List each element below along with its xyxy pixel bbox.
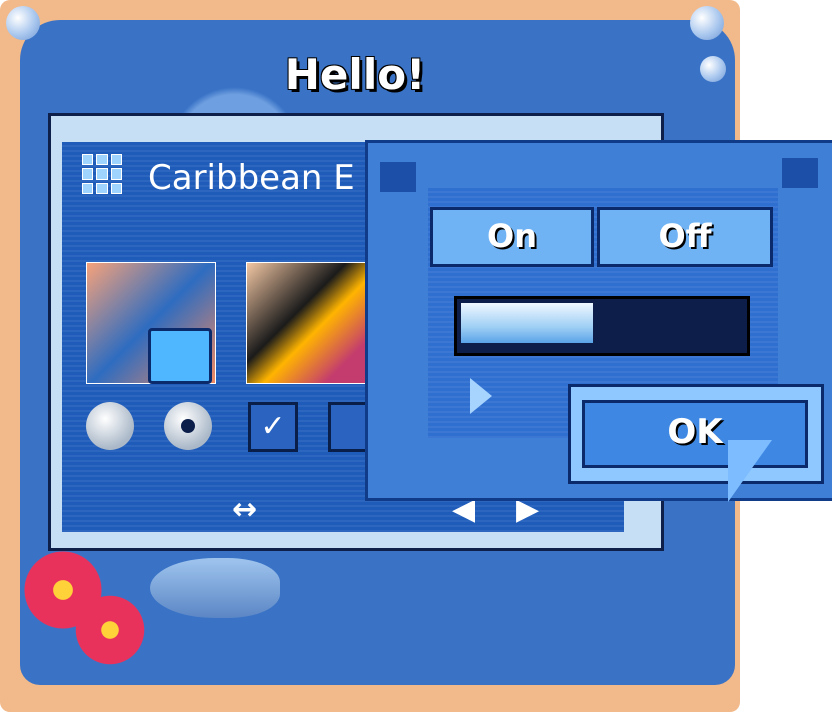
cursor-icon (728, 440, 772, 502)
bubble-icon (690, 6, 724, 40)
window-title: Hello! (284, 50, 426, 99)
resize-horizontal-icon[interactable]: ↔ (232, 492, 257, 527)
radio-selected[interactable] (164, 402, 212, 450)
finder-icon (148, 328, 212, 384)
play-icon[interactable] (470, 378, 492, 414)
app-title: Caribbean E (148, 158, 355, 198)
toucan-thumbnail[interactable] (246, 262, 376, 384)
dialog-corner-left (380, 162, 416, 192)
toggle-off-button[interactable]: Off (597, 207, 773, 267)
fish-icon (150, 558, 280, 618)
checkbox-unchecked[interactable] (328, 402, 368, 452)
bubble-icon (700, 56, 726, 82)
progress-fill (461, 303, 593, 343)
dialog-corner-right (782, 158, 818, 188)
grid-icon[interactable] (82, 154, 122, 194)
toggle-on-button[interactable]: On (430, 207, 594, 267)
radio-unselected[interactable] (86, 402, 134, 450)
ok-button[interactable]: OK (582, 400, 808, 468)
bubble-icon (6, 6, 40, 40)
checkbox-checked[interactable]: ✓ (248, 402, 298, 452)
flower-icon (70, 590, 150, 670)
